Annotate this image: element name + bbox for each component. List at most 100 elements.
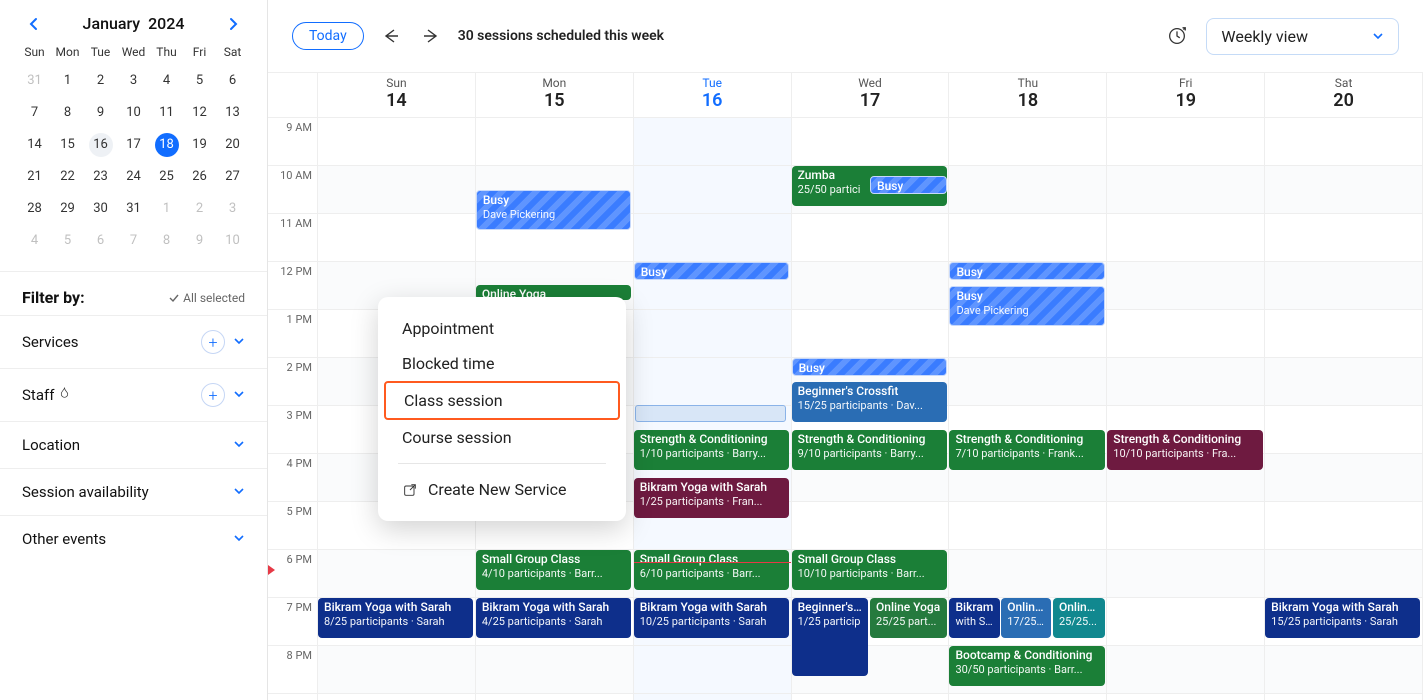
day-header-fri[interactable]: Fri19 <box>1107 73 1265 117</box>
mini-cal-day[interactable]: 30 <box>84 193 117 225</box>
calendar-event[interactable]: Busy <box>870 176 947 194</box>
next-week-button[interactable] <box>420 26 440 46</box>
time-slot[interactable] <box>1107 262 1264 310</box>
time-slot[interactable] <box>1265 646 1422 694</box>
time-slot[interactable] <box>1107 166 1264 214</box>
filter-row-staff[interactable]: Staff + <box>0 368 267 421</box>
calendar-event[interactable]: Bootcamp & Conditioning30/50 participant… <box>949 646 1104 686</box>
mini-cal-day[interactable]: 13 <box>216 97 249 129</box>
time-slot[interactable] <box>1265 166 1422 214</box>
time-slot[interactable] <box>634 646 791 694</box>
mini-cal-day[interactable]: 7 <box>18 97 51 129</box>
time-slot[interactable] <box>949 118 1106 166</box>
day-header-mon[interactable]: Mon15 <box>476 73 634 117</box>
time-slot[interactable] <box>318 694 475 700</box>
menu-item-create-new-service[interactable]: Create New Service <box>384 472 620 507</box>
day-column-tue[interactable]: BusyStrength & Conditioning1/10 particip… <box>634 118 792 700</box>
mini-cal-day[interactable]: 5 <box>51 225 84 257</box>
mini-cal-day[interactable]: 14 <box>18 129 51 161</box>
time-slot[interactable] <box>949 358 1106 406</box>
mini-cal-day[interactable]: 4 <box>18 225 51 257</box>
mini-cal-day[interactable]: 10 <box>216 225 249 257</box>
calendar-event[interactable]: Online Yoga25/25 part... <box>870 598 947 638</box>
mini-cal-day[interactable]: 5 <box>183 65 216 97</box>
mini-cal-day[interactable]: 2 <box>84 65 117 97</box>
time-slot[interactable] <box>1107 550 1264 598</box>
mini-cal-day[interactable]: 31 <box>18 65 51 97</box>
calendar-event[interactable]: Bikram Yoga with Sarah10/25 participants… <box>634 598 789 638</box>
calendar-event[interactable]: Bikram Yoga with Sarah4/25 participants … <box>476 598 631 638</box>
mini-cal-day[interactable]: 10 <box>117 97 150 129</box>
mini-cal-day[interactable]: 3 <box>117 65 150 97</box>
mini-cal-day[interactable]: 18 <box>150 129 183 161</box>
today-button[interactable]: Today <box>292 22 364 50</box>
time-slot[interactable] <box>949 694 1106 700</box>
calendar-event[interactable]: BusyDave Pickering <box>476 190 631 230</box>
time-slot[interactable] <box>1107 310 1264 358</box>
time-slot[interactable] <box>476 118 633 166</box>
menu-item-appointment[interactable]: Appointment <box>384 311 620 346</box>
prev-month-button[interactable] <box>26 16 42 32</box>
next-month-button[interactable] <box>225 16 241 32</box>
time-slot[interactable] <box>318 550 475 598</box>
time-slot[interactable] <box>1107 358 1264 406</box>
time-slot[interactable] <box>634 694 791 700</box>
day-column-sat[interactable]: Bikram Yoga with Sarah15/25 participants… <box>1265 118 1423 700</box>
mini-cal-day[interactable]: 9 <box>84 97 117 129</box>
add-staff-button[interactable]: + <box>201 383 225 407</box>
time-slot[interactable] <box>792 214 949 262</box>
prev-week-button[interactable] <box>382 26 402 46</box>
mini-cal-day[interactable]: 3 <box>216 193 249 225</box>
time-slot[interactable] <box>1265 310 1422 358</box>
day-header-wed[interactable]: Wed17 <box>792 73 950 117</box>
time-slot[interactable] <box>792 310 949 358</box>
mini-cal-day[interactable]: 27 <box>216 161 249 193</box>
time-slot[interactable] <box>1265 694 1422 700</box>
calendar-event[interactable]: Busy <box>634 262 789 280</box>
time-slot[interactable] <box>318 646 475 694</box>
mini-cal-day[interactable]: 29 <box>51 193 84 225</box>
mini-cal-day[interactable]: 8 <box>150 225 183 257</box>
time-slot[interactable] <box>634 310 791 358</box>
calendar-event[interactable]: Small Group Class10/10 participants · Ba… <box>792 550 947 590</box>
time-slot[interactable] <box>1265 214 1422 262</box>
mini-cal-day[interactable]: 11 <box>150 97 183 129</box>
mini-cal-day[interactable]: 20 <box>216 129 249 161</box>
time-slot[interactable] <box>1107 214 1264 262</box>
filter-row-session-availability[interactable]: Session availability <box>0 468 267 515</box>
calendar-event[interactable]: Bikram Yoga with Sarah15/25 participants… <box>1265 598 1420 638</box>
filter-row-services[interactable]: Services+ <box>0 315 267 368</box>
day-header-sun[interactable]: Sun14 <box>318 73 476 117</box>
calendar-event[interactable]: Busy <box>949 262 1104 280</box>
time-slot[interactable] <box>1265 502 1422 550</box>
mini-cal-day[interactable]: 31 <box>117 193 150 225</box>
time-slot[interactable] <box>792 262 949 310</box>
mini-cal-day[interactable]: 24 <box>117 161 150 193</box>
mini-cal-day[interactable]: 8 <box>51 97 84 129</box>
time-slot[interactable] <box>634 214 791 262</box>
time-slot[interactable] <box>1107 502 1264 550</box>
time-slot[interactable] <box>792 694 949 700</box>
time-slot[interactable] <box>476 646 633 694</box>
add-services-button[interactable]: + <box>201 330 225 354</box>
time-slot[interactable] <box>949 166 1106 214</box>
calendar-event[interactable]: Bikram Yoga with Sarah1/25 participants … <box>634 478 789 518</box>
calendar-event[interactable]: Strength & Conditioning7/10 participants… <box>949 430 1104 470</box>
time-slot[interactable] <box>634 118 791 166</box>
filter-row-location[interactable]: Location <box>0 421 267 468</box>
calendar-event[interactable]: Beginner's Crossfit15/25 participants · … <box>792 382 947 422</box>
day-header-thu[interactable]: Thu18 <box>949 73 1107 117</box>
time-slot[interactable] <box>1265 406 1422 454</box>
menu-item-blocked-time[interactable]: Blocked time <box>384 346 620 381</box>
selected-time-slot[interactable] <box>635 405 786 422</box>
mini-cal-day[interactable]: 19 <box>183 129 216 161</box>
time-slot[interactable] <box>1107 598 1264 646</box>
time-slot[interactable] <box>1107 118 1264 166</box>
time-slot[interactable] <box>949 502 1106 550</box>
day-header-tue[interactable]: Tue16 <box>634 73 792 117</box>
time-slot[interactable] <box>1107 646 1264 694</box>
calendar-event[interactable]: Small Group Class6/10 participants · Bar… <box>634 550 789 590</box>
time-slot[interactable] <box>1265 118 1422 166</box>
calendar-event[interactable]: Online Y17/25 pa <box>1001 598 1051 638</box>
mini-cal-day[interactable]: 21 <box>18 161 51 193</box>
